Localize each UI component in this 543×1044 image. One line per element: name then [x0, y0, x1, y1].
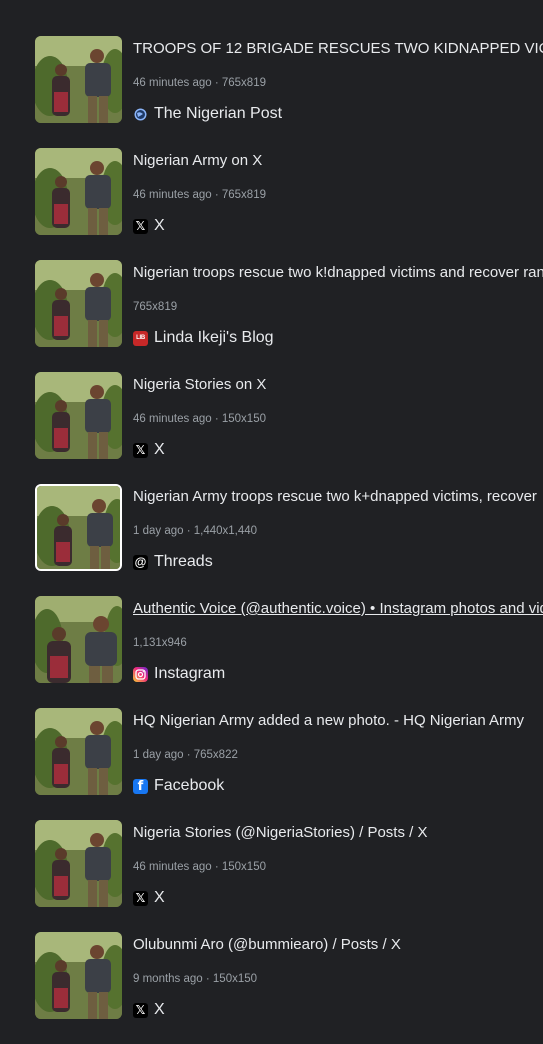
- result-title[interactable]: Olubunmi Aro (@bummiearo) / Posts / X: [133, 935, 543, 955]
- result-title[interactable]: Nigerian Army troops rescue two k+dnappe…: [133, 487, 543, 507]
- result-title[interactable]: Nigeria Stories (@NigeriaStories) / Post…: [133, 823, 543, 843]
- globe-icon: [133, 107, 148, 122]
- result-source[interactable]: 𝕏 X: [133, 215, 165, 237]
- result-title[interactable]: HQ Nigerian Army added a new photo. - HQ…: [133, 711, 543, 731]
- list-item[interactable]: Nigerian Army on X 46 minutes ago · 765x…: [0, 148, 543, 260]
- result-thumbnail[interactable]: [35, 820, 122, 907]
- source-name: X: [154, 889, 165, 906]
- list-item[interactable]: Nigerian Army troops rescue two k+dnappe…: [0, 484, 543, 596]
- result-meta: 46 minutes ago · 150x150: [133, 861, 266, 873]
- result-source[interactable]: 𝕏 X: [133, 439, 165, 461]
- facebook-logo-icon: f: [133, 778, 148, 794]
- threads-logo-icon: @: [133, 554, 148, 570]
- result-meta: 46 minutes ago · 765x819: [133, 77, 266, 89]
- x-logo-icon: 𝕏: [133, 218, 148, 234]
- x-logo-icon: 𝕏: [133, 1002, 148, 1018]
- result-source[interactable]: The Nigerian Post: [133, 103, 282, 125]
- result-source[interactable]: 𝕏 X: [133, 999, 165, 1021]
- x-logo-icon: 𝕏: [133, 890, 148, 906]
- source-name: Threads: [154, 553, 213, 570]
- result-meta: 765x819: [133, 301, 178, 313]
- result-source[interactable]: LIB Linda Ikeji's Blog: [133, 327, 274, 349]
- instagram-logo-icon: [133, 666, 148, 682]
- result-thumbnail[interactable]: [35, 36, 122, 123]
- result-source[interactable]: 𝕏 X: [133, 887, 165, 909]
- source-name: Instagram: [154, 665, 226, 682]
- list-item[interactable]: Olubunmi Aro (@bummiearo) / Posts / X 9 …: [0, 932, 543, 1044]
- result-source[interactable]: @ Threads: [133, 551, 213, 573]
- list-item[interactable]: Nigerian troops rescue two k!dnapped vic…: [0, 260, 543, 372]
- list-item[interactable]: HQ Nigerian Army added a new photo. - HQ…: [0, 708, 543, 820]
- source-name: The Nigerian Post: [154, 105, 283, 122]
- result-meta: 1 day ago · 1,440x1,440: [133, 525, 258, 537]
- list-item[interactable]: Nigeria Stories (@NigeriaStories) / Post…: [0, 820, 543, 932]
- result-meta: 9 months ago · 150x150: [133, 973, 258, 985]
- result-title[interactable]: Nigerian Army on X: [133, 151, 543, 171]
- list-item[interactable]: TROOPS OF 12 BRIGADE RESCUES TWO KIDNAPP…: [0, 36, 543, 148]
- result-thumbnail[interactable]: [35, 372, 122, 459]
- source-name: X: [154, 217, 165, 234]
- result-meta: 1,131x946: [133, 637, 187, 649]
- result-thumbnail[interactable]: [35, 260, 122, 347]
- result-meta: 1 day ago · 765x822: [133, 749, 238, 761]
- image-results-list: TROOPS OF 12 BRIGADE RESCUES TWO KIDNAPP…: [0, 36, 543, 1044]
- result-title[interactable]: TROOPS OF 12 BRIGADE RESCUES TWO KIDNAPP…: [133, 39, 543, 59]
- result-thumbnail[interactable]: [35, 484, 122, 571]
- result-title[interactable]: Nigerian troops rescue two k!dnapped vic…: [133, 263, 543, 283]
- source-name: Facebook: [154, 777, 225, 794]
- result-title[interactable]: Nigeria Stories on X: [133, 375, 543, 395]
- source-name: X: [154, 1001, 165, 1018]
- result-thumbnail[interactable]: [35, 596, 122, 683]
- result-title[interactable]: Authentic Voice (@authentic.voice) • Ins…: [133, 599, 543, 619]
- list-item[interactable]: Authentic Voice (@authentic.voice) • Ins…: [0, 596, 543, 708]
- result-source[interactable]: f Facebook: [133, 775, 224, 797]
- source-name: Linda Ikeji's Blog: [154, 329, 274, 346]
- source-name: X: [154, 441, 165, 458]
- result-meta: 46 minutes ago · 150x150: [133, 413, 266, 425]
- lib-logo-icon: LIB: [133, 330, 148, 346]
- result-thumbnail[interactable]: [35, 148, 122, 235]
- result-thumbnail[interactable]: [35, 932, 122, 1019]
- result-source[interactable]: Instagram: [133, 663, 225, 685]
- x-logo-icon: 𝕏: [133, 442, 148, 458]
- list-item[interactable]: Nigeria Stories on X 46 minutes ago · 15…: [0, 372, 543, 484]
- result-thumbnail[interactable]: [35, 708, 122, 795]
- result-meta: 46 minutes ago · 765x819: [133, 189, 266, 201]
